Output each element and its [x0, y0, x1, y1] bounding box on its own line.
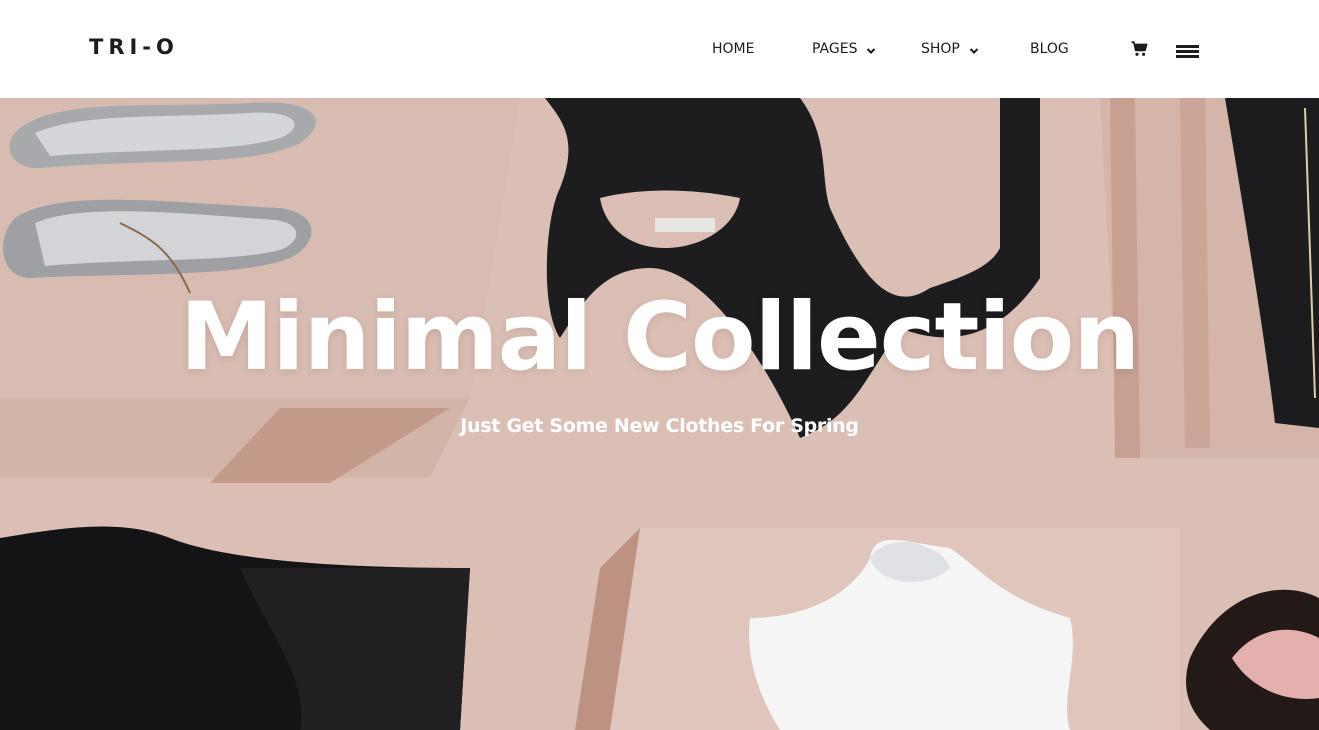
hero-title: Minimal Collection	[179, 283, 1140, 392]
nav-item-blog[interactable]: BLOG	[1030, 38, 1069, 60]
nav-item-shop[interactable]: SHOP	[921, 38, 979, 60]
nav-item-pages[interactable]: PAGES	[812, 38, 876, 60]
hero-banner: Minimal Collection Just Get Some New Clo…	[0, 98, 1319, 730]
nav-item-label: HOME	[712, 41, 755, 57]
nav-item-label: BLOG	[1030, 41, 1069, 57]
nav-item-label: PAGES	[812, 41, 858, 57]
chevron-down-icon	[969, 44, 979, 55]
nav-item-home[interactable]: HOME	[712, 38, 754, 60]
hero-subtitle: Just Get Some New Clothes For Spring	[460, 415, 859, 437]
site-header: TRI-O HOME PAGES SHOP BLOG	[0, 0, 1319, 98]
cart-icon[interactable]	[1131, 41, 1148, 57]
nav-item-label: SHOP	[921, 41, 960, 57]
chevron-down-icon	[866, 44, 876, 55]
hamburger-menu-icon[interactable]	[1176, 43, 1199, 58]
site-logo[interactable]: TRI-O	[89, 34, 179, 60]
